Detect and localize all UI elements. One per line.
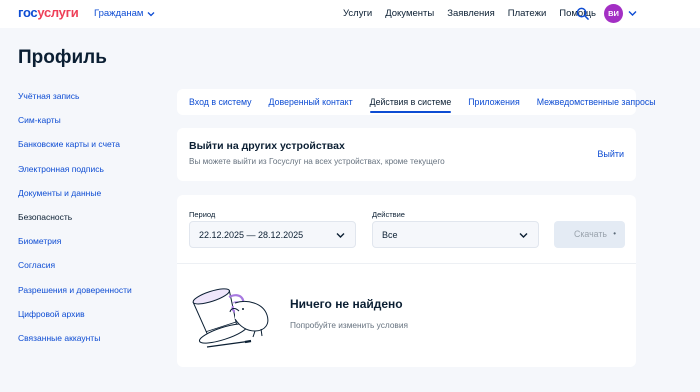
main-nav: Услуги Документы Заявления Платежи Помощ… <box>343 8 596 19</box>
actions-filter-card: Период 22.12.2025 — 28.12.2025 Действие … <box>177 195 636 367</box>
search-icon[interactable] <box>576 7 589 20</box>
top-header: госуслуги Гражданам Услуги Документы Зая… <box>0 0 700 28</box>
audience-label: Гражданам <box>94 8 144 19</box>
chevron-down-icon <box>336 233 345 238</box>
period-value: 22.12.2025 — 28.12.2025 <box>199 230 304 240</box>
logout-all-button[interactable]: Выйти <box>597 149 624 159</box>
download-button[interactable]: Скачать • <box>554 221 625 248</box>
tab-trusted-contact[interactable]: Доверенный контакт <box>269 89 353 115</box>
empty-state-subtitle: Попробуйте изменить условия <box>290 320 408 330</box>
sidebar-item-sim-cards[interactable]: Сим-карты <box>18 114 168 138</box>
sidebar: Учётная запись Сим-карты Банковские карт… <box>18 90 168 356</box>
avatar[interactable]: ВИ <box>604 4 623 23</box>
sidebar-item-bank-cards[interactable]: Банковские карты и счета <box>18 138 168 162</box>
logout-devices-card: Выйти на других устройствах Вы можете вы… <box>177 128 636 181</box>
chevron-down-icon <box>519 233 528 238</box>
sidebar-item-consents[interactable]: Согласия <box>18 259 168 283</box>
chevron-down-icon[interactable] <box>628 10 637 17</box>
tab-interagency-requests[interactable]: Межведомственные запросы <box>537 89 656 115</box>
chevron-down-icon <box>147 11 155 16</box>
action-select[interactable]: Все <box>372 221 539 248</box>
divider <box>177 263 636 264</box>
nav-documents[interactable]: Документы <box>385 8 434 19</box>
logo-part-2: услуги <box>37 5 79 20</box>
sidebar-item-security[interactable]: Безопасность <box>18 211 168 235</box>
download-label: Скачать <box>574 229 607 239</box>
sidebar-item-linked-accounts[interactable]: Связанные аккаунты <box>18 332 168 356</box>
nav-applications[interactable]: Заявления <box>447 8 495 19</box>
tab-applications[interactable]: Приложения <box>468 89 519 115</box>
tab-system-actions[interactable]: Действия в системе <box>369 89 451 115</box>
sidebar-item-documents[interactable]: Документы и данные <box>18 187 168 211</box>
page-title: Профиль <box>18 47 107 68</box>
sidebar-item-digital-archive[interactable]: Цифровой архив <box>18 308 168 332</box>
period-select[interactable]: 22.12.2025 — 28.12.2025 <box>189 221 356 248</box>
gosuslugi-logo[interactable]: госуслуги <box>18 5 79 20</box>
sidebar-item-permissions[interactable]: Разрешения и доверенности <box>18 284 168 308</box>
empty-state-title: Ничего не найдено <box>290 297 403 311</box>
logo-part-1: гос <box>18 5 38 20</box>
nav-payments[interactable]: Платежи <box>508 8 547 19</box>
devices-title: Выйти на других устройствах <box>189 140 345 152</box>
tab-login[interactable]: Вход в систему <box>189 89 252 115</box>
action-value: Все <box>382 230 398 240</box>
devices-description: Вы можете выйти из Госуслуг на всех устр… <box>189 157 445 166</box>
dropdown-dot-icon: • <box>613 229 616 238</box>
audience-dropdown[interactable]: Гражданам <box>94 8 155 19</box>
empty-hat-illustration <box>192 288 269 348</box>
nav-services[interactable]: Услуги <box>343 8 372 19</box>
sidebar-item-e-signature[interactable]: Электронная подпись <box>18 163 168 187</box>
sidebar-item-biometrics[interactable]: Биометрия <box>18 235 168 259</box>
sidebar-item-account[interactable]: Учётная запись <box>18 90 168 114</box>
period-label: Период <box>189 210 216 219</box>
action-label: Действие <box>372 210 405 219</box>
security-tabs: Вход в систему Доверенный контакт Действ… <box>177 89 656 115</box>
